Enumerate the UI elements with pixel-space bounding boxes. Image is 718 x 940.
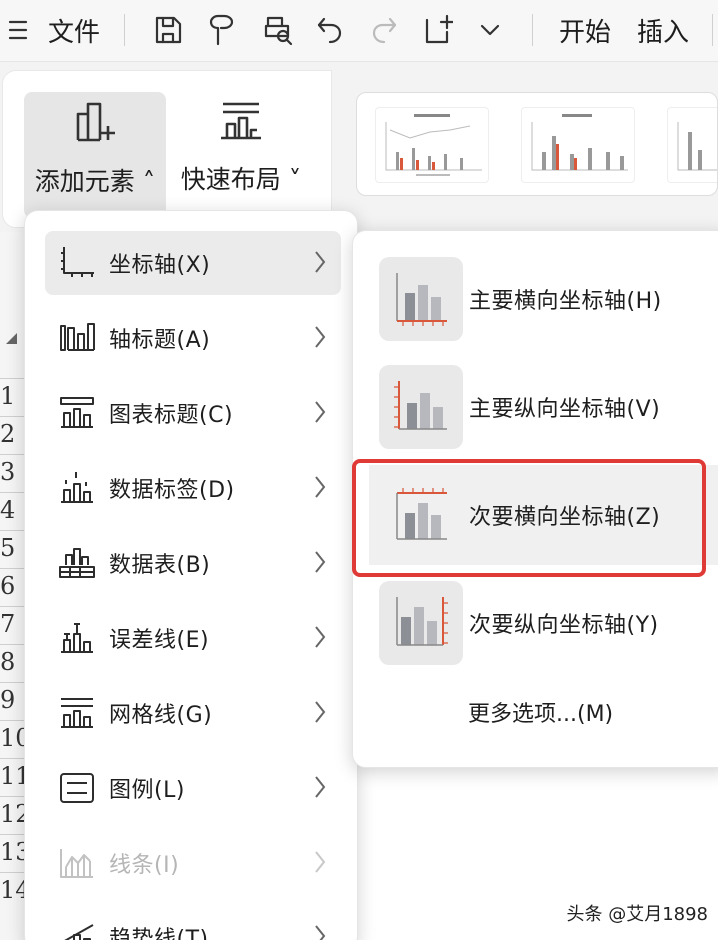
row-number[interactable]: 11	[0, 762, 31, 790]
row-number[interactable]: 6	[0, 572, 24, 600]
submenu-item-label: 主要横向坐标轴(H)	[469, 289, 662, 314]
row-number[interactable]: 1	[0, 382, 24, 410]
menu-item-label: 图表标题(C)	[109, 403, 234, 428]
add-element-icon[interactable]	[418, 8, 458, 52]
menu-item-axis-title[interactable]: 轴标题(A)	[45, 306, 341, 370]
secondary-vertical-axis-icon	[379, 581, 463, 665]
tab-start-label: 开始	[558, 17, 611, 48]
menu-item-label: 误差线(E)	[109, 628, 210, 653]
menu-item-error-bars[interactable]: 误差线(E)	[45, 606, 341, 670]
chevron-right-icon	[313, 549, 327, 579]
lines-icon	[57, 843, 97, 883]
menu-item-label: 坐标轴(X)	[109, 253, 211, 278]
row-number[interactable]: 2	[0, 420, 24, 448]
add-element-menu: 坐标轴(X) 轴标题(A) 图表标题(C) 数据标签(D) 数据表(B) 误差线…	[24, 210, 358, 940]
tab-start[interactable]: 开始	[552, 8, 618, 52]
menu-item-label: 趋势线(T)	[109, 927, 209, 940]
gridlines-icon	[57, 693, 97, 733]
tab-insert-label: 插入	[636, 17, 689, 48]
legend-icon	[57, 768, 97, 808]
add-element-button[interactable]: 添加元素 ˄	[24, 92, 166, 218]
submenu-item-primary-horizontal-axis[interactable]: 主要横向坐标轴(H)	[369, 249, 718, 349]
chevron-right-icon	[313, 624, 327, 654]
submenu-item-secondary-vertical-axis[interactable]: 次要纵向坐标轴(Y)	[369, 573, 718, 673]
trendline-icon	[57, 917, 97, 940]
chevron-right-icon	[313, 774, 327, 804]
chart-style-thumbnail[interactable]	[667, 107, 717, 183]
tab-insert[interactable]: 插入	[630, 8, 696, 52]
row-number[interactable]: 7	[0, 610, 24, 638]
menu-item-label: 图例(L)	[109, 778, 185, 803]
quick-layout-icon	[219, 100, 263, 146]
menu-item-label: 线条(I)	[109, 853, 180, 878]
chart-style-thumbnail[interactable]	[521, 107, 635, 183]
chevron-right-icon	[313, 324, 327, 354]
chevron-right-icon	[313, 474, 327, 504]
chart-styles-gallery	[356, 92, 718, 196]
chevron-right-icon	[313, 399, 327, 429]
menu-item-gridlines[interactable]: 网格线(G)	[45, 681, 341, 745]
menu-item-axis[interactable]: 坐标轴(X)	[45, 231, 341, 295]
toolbar-divider	[712, 14, 713, 46]
menu-item-label: 网格线(G)	[109, 703, 213, 728]
file-menu-button[interactable]: 文件	[44, 8, 104, 52]
submenu-item-label: 主要纵向坐标轴(V)	[469, 397, 661, 422]
menu-item-label: 轴标题(A)	[109, 328, 211, 353]
menu-item-label: 数据标签(D)	[109, 478, 235, 503]
file-menu-label: 文件	[47, 17, 100, 48]
submenu-item-label: 次要纵向坐标轴(Y)	[469, 613, 659, 638]
axis-title-icon	[57, 318, 97, 358]
add-element-label: 添加元素 ˄	[34, 167, 156, 196]
redo-icon[interactable]	[364, 8, 404, 52]
add-chart-element-icon	[72, 100, 118, 148]
toolbar-divider	[124, 14, 125, 46]
format-painter-icon[interactable]	[200, 8, 244, 52]
submenu-item-primary-vertical-axis[interactable]: 主要纵向坐标轴(V)	[369, 357, 718, 457]
row-number[interactable]: 5	[0, 534, 24, 562]
quick-access-toolbar: 文件 开始 插入	[0, 0, 718, 62]
save-icon[interactable]	[146, 8, 190, 52]
row-number[interactable]: 4	[0, 496, 24, 524]
primary-vertical-axis-icon	[379, 365, 463, 449]
primary-horizontal-axis-icon	[379, 257, 463, 341]
menu-item-chart-title[interactable]: 图表标题(C)	[45, 381, 341, 445]
menu-item-trendline[interactable]: 趋势线(T)	[45, 905, 341, 940]
chart-title-icon	[57, 393, 97, 433]
select-all-corner-icon[interactable]	[4, 330, 18, 344]
menu-item-label: 数据表(B)	[109, 553, 211, 578]
chevron-right-icon	[313, 923, 327, 940]
more-options-menu-item[interactable]: 更多选项...(M)	[468, 696, 613, 728]
toolbar-divider	[532, 14, 533, 46]
data-labels-icon	[57, 468, 97, 508]
menu-item-data-table[interactable]: 数据表(B)	[45, 531, 341, 595]
row-number[interactable]: 8	[0, 648, 24, 676]
row-number[interactable]: 10	[0, 724, 31, 752]
data-table-icon	[57, 543, 97, 583]
chevron-right-icon	[313, 699, 327, 729]
print-preview-icon[interactable]	[256, 8, 300, 52]
chevron-right-icon	[313, 849, 327, 879]
selection-highlight-box	[352, 459, 706, 577]
menu-icon[interactable]	[0, 8, 34, 52]
row-number[interactable]: 14	[0, 876, 31, 904]
chevron-down-icon[interactable]	[470, 8, 510, 52]
watermark: 头条 @艾月1898	[566, 904, 708, 925]
row-number[interactable]: 13	[0, 838, 31, 866]
undo-icon[interactable]	[310, 8, 350, 52]
app-window: 文件 开始 插入 添加元素 ˄ 快速布局 ˅ 1 2 3 4 5 6 7 8 9…	[0, 0, 718, 940]
quick-layout-label: 快速布局 ˅	[180, 165, 302, 194]
menu-item-data-labels[interactable]: 数据标签(D)	[45, 456, 341, 520]
menu-item-lines[interactable]: 线条(I)	[45, 831, 341, 895]
row-number[interactable]: 12	[0, 800, 31, 828]
chart-style-thumbnail[interactable]	[375, 107, 489, 183]
menu-item-legend[interactable]: 图例(L)	[45, 756, 341, 820]
row-number[interactable]: 9	[0, 686, 24, 714]
axis-icon	[57, 243, 97, 283]
row-number[interactable]: 3	[0, 458, 24, 486]
quick-layout-button[interactable]: 快速布局 ˅	[176, 92, 306, 218]
error-bars-icon	[57, 618, 97, 658]
chevron-right-icon	[313, 249, 327, 279]
